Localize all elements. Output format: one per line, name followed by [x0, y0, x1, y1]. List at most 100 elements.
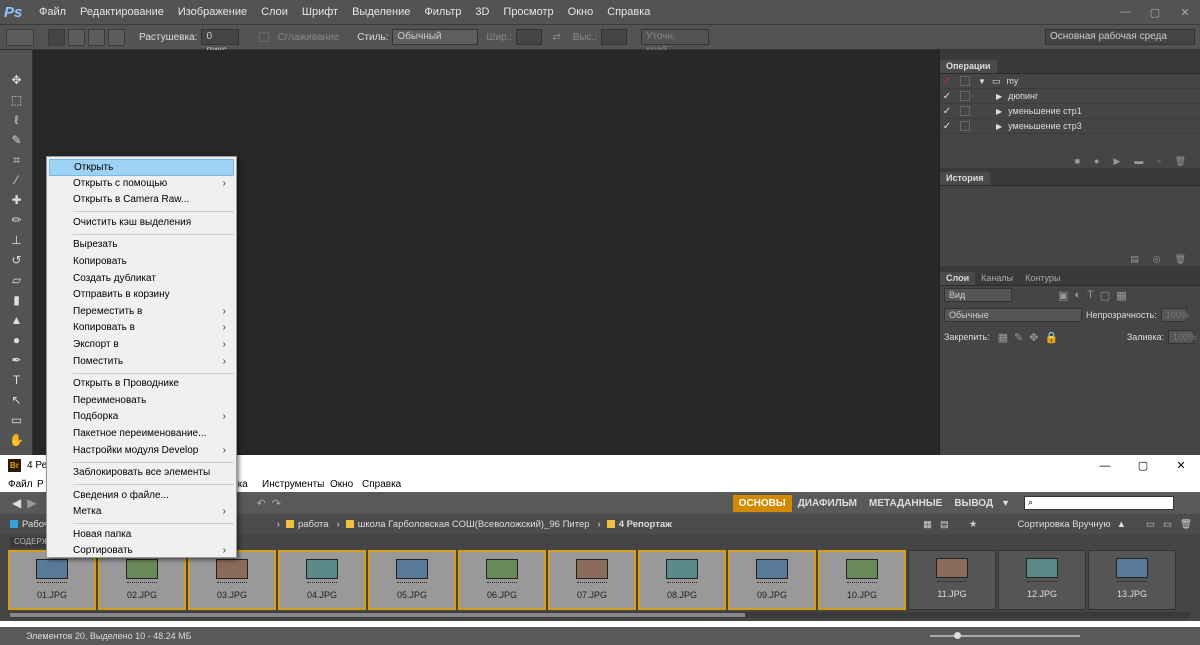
bridge-menu-item[interactable]: Окно — [330, 479, 353, 490]
lock-pixels-icon[interactable]: ▦ — [998, 331, 1008, 344]
channels-tab[interactable]: Каналы — [975, 272, 1020, 285]
check-icon[interactable]: ✓ — [940, 76, 954, 87]
context-menu-item[interactable]: Создать дубликат — [49, 271, 234, 288]
dialog-toggle[interactable] — [960, 121, 970, 131]
delete-icon[interactable]: 🗑 — [1180, 519, 1192, 530]
breadcrumb-item[interactable]: › работа — [277, 519, 329, 530]
context-menu-item[interactable]: Сведения о файле... — [49, 488, 234, 505]
hand-tool-icon[interactable]: ✋ — [0, 430, 33, 450]
expand-icon[interactable]: ▼ — [978, 77, 986, 86]
bridge-menu-item[interactable]: Р — [37, 479, 44, 490]
context-menu-item[interactable]: Отправить в корзину — [49, 287, 234, 304]
filter-star-icon[interactable]: ★ — [969, 519, 978, 530]
refine-edge-button[interactable]: Уточн. край... — [641, 29, 710, 56]
thumbnail[interactable]: 12.JPG — [998, 550, 1086, 610]
context-menu-item[interactable]: Сортировать › — [49, 543, 234, 560]
new-set-icon[interactable]: ▬ — [1134, 156, 1143, 166]
context-menu-item[interactable]: Заблокировать все элементы — [49, 465, 234, 482]
context-menu-item[interactable]: Метка › — [49, 504, 234, 521]
context-menu-item[interactable]: Открыть — [49, 159, 234, 176]
add-selection-button[interactable] — [68, 28, 85, 46]
swap-icon[interactable]: ⇄ — [552, 32, 560, 43]
thumbnail-size-slider[interactable] — [930, 632, 1080, 639]
thumbnail[interactable]: 06.JPG — [458, 550, 546, 610]
menu-item[interactable]: Выделение — [345, 0, 417, 25]
filter-type-icon[interactable]: T — [1087, 289, 1094, 301]
workspace-вывод[interactable]: ВЫВОД — [948, 498, 999, 509]
feather-input[interactable]: 0 пикс. — [201, 29, 240, 56]
quick-select-tool-icon[interactable]: ✎ — [0, 130, 33, 150]
context-menu-item[interactable]: Переместить в › — [49, 304, 234, 321]
check-icon[interactable]: ✓ — [940, 106, 954, 117]
lock-move-icon[interactable]: ✥ — [1029, 331, 1038, 344]
action-row[interactable]: ✓ ▶ уменьшение стр1 — [940, 104, 1200, 119]
context-menu-item[interactable]: Открыть с помощью › — [49, 176, 234, 193]
layer-kind-filter[interactable]: Вид — [944, 288, 1012, 302]
pen-tool-icon[interactable]: ✒ — [0, 350, 33, 370]
actions-panel-tab[interactable]: Операции — [940, 60, 997, 73]
history-brush-icon[interactable]: ↺ — [0, 250, 33, 270]
filter-smart-icon[interactable]: ▦ — [1116, 289, 1126, 302]
blur-tool-icon[interactable]: ▲ — [0, 310, 33, 330]
context-menu-item[interactable]: Вырезать — [49, 237, 234, 254]
context-menu-item[interactable]: Копировать — [49, 254, 234, 271]
action-row[interactable]: ✓ ▶ уменьшение стр3 — [940, 119, 1200, 134]
check-icon[interactable]: ✓ — [940, 91, 954, 102]
height-input[interactable] — [601, 29, 628, 45]
shape-tool-icon[interactable]: ▭ — [0, 410, 33, 430]
thumbnail[interactable]: 09.JPG — [728, 550, 816, 610]
history-panel-tab[interactable]: История — [940, 172, 990, 185]
context-menu-item[interactable]: Открыть в Camera Raw... — [49, 192, 234, 209]
menu-item[interactable]: 3D — [468, 0, 496, 25]
lock-paint-icon[interactable]: ✎ — [1014, 331, 1023, 344]
subtract-selection-button[interactable] — [88, 28, 105, 46]
width-input[interactable] — [516, 29, 543, 45]
style-select[interactable]: Обычный — [392, 29, 479, 45]
path-root[interactable]: Рабоч — [22, 519, 49, 530]
bridge-maximize-icon[interactable]: ▢ — [1124, 453, 1162, 478]
paths-tab[interactable]: Контуры — [1019, 272, 1067, 285]
thumbnail[interactable]: 10.JPG — [818, 550, 906, 610]
blend-mode-select[interactable]: Обычные — [944, 308, 1082, 322]
marquee-preset-picker[interactable] — [6, 28, 34, 46]
antialias-checkbox[interactable] — [259, 32, 270, 42]
eraser-tool-icon[interactable]: ▱ — [0, 270, 33, 290]
workspace-диафильм[interactable]: ДИАФИЛЬМ — [792, 498, 863, 509]
type-tool-icon[interactable]: T — [0, 370, 33, 390]
action-row[interactable]: ✓ ▼ ▭ my — [940, 74, 1200, 89]
opacity-input[interactable]: 100% — [1160, 308, 1189, 322]
rotate-left-icon[interactable]: ↶ — [256, 497, 265, 510]
view-list-icon[interactable]: ▤ — [940, 519, 949, 530]
dodge-tool-icon[interactable]: ● — [0, 330, 33, 350]
context-menu-item[interactable]: Экспорт в › — [49, 337, 234, 354]
minimize-icon[interactable]: — — [1110, 0, 1140, 25]
menu-item[interactable]: Шрифт — [295, 0, 345, 25]
new-document-icon[interactable]: ▤ — [1130, 254, 1139, 265]
marquee-tool-icon[interactable]: ⬚ — [0, 90, 33, 110]
bridge-menu-item[interactable]: Инструменты — [262, 479, 324, 490]
rating-dots[interactable] — [1117, 581, 1147, 583]
bridge-search-input[interactable]: ⌕ — [1024, 496, 1174, 510]
close-icon[interactable]: ✕ — [1170, 0, 1200, 25]
menu-item[interactable]: Окно — [561, 0, 601, 25]
play-icon[interactable]: ▶ — [1113, 156, 1120, 167]
record-icon[interactable]: ● — [1094, 156, 1099, 166]
eyedropper-tool-icon[interactable]: ⁄ — [0, 170, 33, 190]
rating-dots[interactable] — [307, 582, 337, 584]
crop-tool-icon[interactable]: ⌗ — [0, 150, 33, 170]
filter-adjust-icon[interactable]: ◐ — [1074, 289, 1081, 301]
bridge-menu-item[interactable]: Справка — [362, 479, 401, 490]
new-selection-button[interactable] — [48, 28, 65, 46]
workspace-метаданные[interactable]: МЕТАДАННЫЕ — [863, 498, 948, 509]
slider-handle[interactable] — [954, 632, 961, 639]
stamp-tool-icon[interactable]: ⊥ — [0, 230, 33, 250]
rating-dots[interactable] — [937, 581, 967, 583]
rating-dots[interactable] — [487, 582, 517, 584]
sort-direction-icon[interactable]: ▲ — [1117, 519, 1126, 530]
stop-icon[interactable]: ■ — [1075, 156, 1080, 166]
thumbnail[interactable]: 05.JPG — [368, 550, 456, 610]
snapshot-icon[interactable]: ◎ — [1153, 254, 1161, 265]
thumbnail[interactable]: 13.JPG — [1088, 550, 1176, 610]
rating-dots[interactable] — [397, 582, 427, 584]
new-action-icon[interactable]: ▫ — [1157, 156, 1160, 166]
